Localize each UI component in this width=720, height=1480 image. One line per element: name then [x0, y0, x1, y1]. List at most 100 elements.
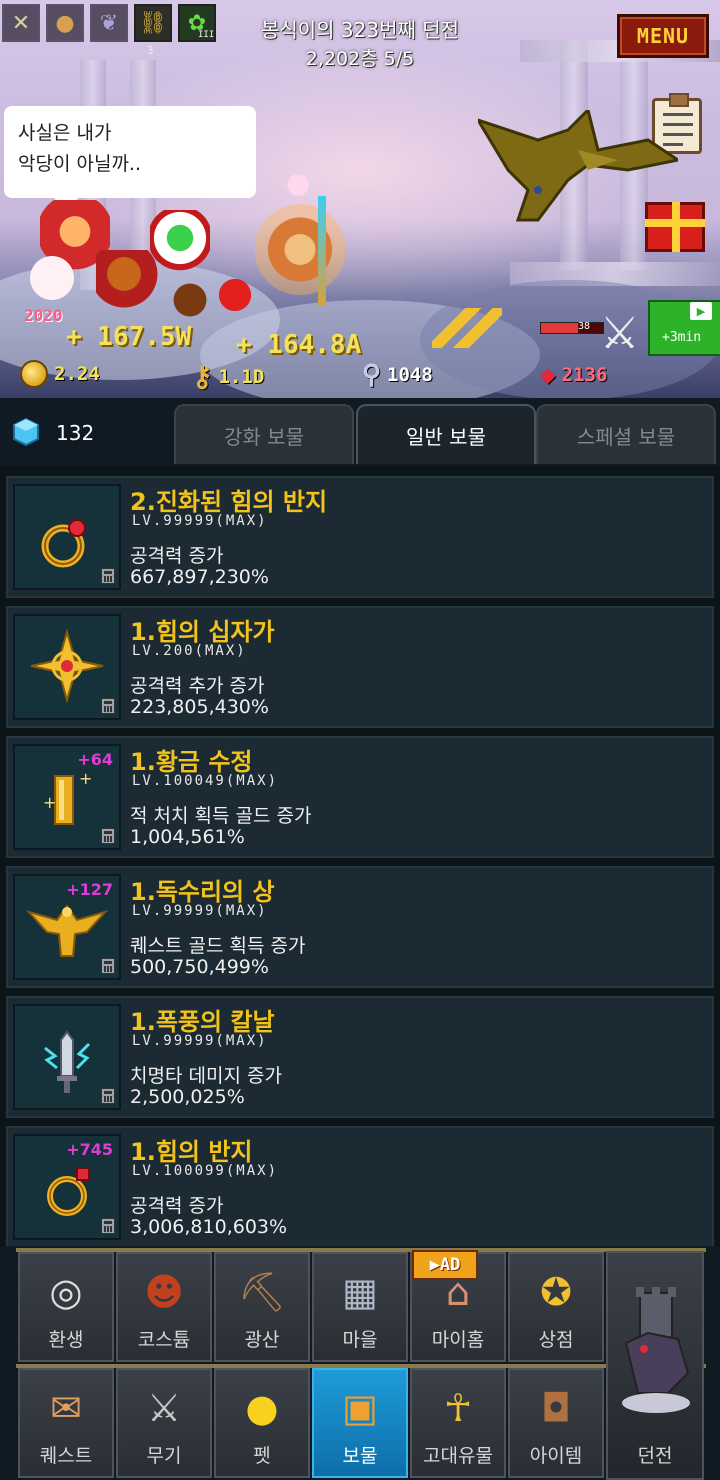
treasure-value: 223,805,430% [130, 696, 269, 718]
treasure-card[interactable]: +745 1.힘의 반지 LV.100099(MAX) 공격력 증가 3,006… [6, 1126, 714, 1246]
treasure-name: 1.힘의 십자가 [130, 618, 275, 646]
nav-rebirth[interactable]: ◎ 환생 [18, 1252, 114, 1362]
boss-hp-fill [541, 323, 579, 333]
treasure-value: 2,500,025% [130, 1086, 245, 1108]
nav-mine[interactable]: ⛏ 광산 [214, 1252, 310, 1362]
hero-knight [255, 200, 345, 310]
treasure-name: 1.독수리의 상 [130, 878, 275, 906]
bag-icon: ◘ [540, 1386, 572, 1430]
ankh-icon: ☥ [443, 1386, 473, 1430]
treasure-card[interactable]: + + +64 1.황금 수정 LV.100049(MAX) 적 처치 획득 골… [6, 736, 714, 858]
scroll-icon: ✉ [50, 1386, 82, 1430]
nav-label: 광산 [244, 1329, 280, 1351]
ruby-icon: ◆ [540, 360, 556, 390]
calculator-icon[interactable] [101, 828, 115, 844]
nav-dungeon[interactable]: 던전 [606, 1251, 704, 1480]
treasure-name: 1.황금 수정 [130, 748, 253, 776]
tab-special-treasure[interactable]: 스페셜 보물 [536, 404, 716, 464]
treasure-level: LV.99999(MAX) [132, 1033, 268, 1049]
nav-label: 보물 [342, 1445, 378, 1467]
nav-item[interactable]: ◘ 아이템 [508, 1368, 604, 1478]
blue-gem-icon [13, 418, 39, 446]
speech-bubble: 사실은 내가 악당이 아닐까.. [4, 106, 256, 212]
buff-slot-3[interactable]: ❦ [90, 4, 128, 42]
treasure-effect: 치명타 데미지 증가 [130, 1065, 282, 1087]
speech-line-2: 악당이 아닐까.. [18, 153, 141, 175]
treasure-icon-frame [13, 614, 121, 720]
party-dps-left: + 167.5W [66, 322, 192, 352]
gold-coin-icon [20, 360, 48, 388]
tab-enhanced-treasure[interactable]: 강화 보물 [174, 404, 354, 464]
nav-ancient-relic[interactable]: ☥ 고대유물 [410, 1368, 506, 1478]
wand-icon: ⚲ [362, 360, 382, 390]
nav-label: 마을 [342, 1329, 378, 1351]
nav-weapon[interactable]: ⚔ 무기 [116, 1368, 212, 1478]
nav-costume[interactable]: ☻ 코스튬 [116, 1252, 212, 1362]
hero-staff [318, 196, 326, 306]
treasure-card[interactable]: 1.힘의 십자가 LV.200(MAX) 공격력 추가 증가 223,805,4… [6, 606, 714, 728]
gem-count: 132 [56, 421, 95, 445]
nav-label: 마이홈 [431, 1329, 485, 1351]
treasure-level: LV.99999(MAX) [132, 903, 268, 919]
treasure-effect: 퀘스트 골드 획득 증가 [130, 935, 306, 957]
crossed-swords-icon: ✕ [11, 10, 31, 36]
ad-badge[interactable]: ▶AD [412, 1250, 478, 1280]
treasure-level: LV.99999(MAX) [132, 513, 268, 529]
treasure-card[interactable]: +127 1.독수리의 상 LV.99999(MAX) 퀘스트 골드 획득 증가… [6, 866, 714, 988]
nav-treasure[interactable]: ▣ 보물 [312, 1368, 408, 1478]
nav-shop[interactable]: ✪ 상점 [508, 1252, 604, 1362]
nav-label: 아이템 [529, 1445, 583, 1467]
buff-slot-4[interactable]: ⛓ [134, 4, 172, 42]
hero-green-ghost [150, 210, 210, 280]
nav-quest[interactable]: ✉ 퀘스트 [18, 1368, 114, 1478]
treasure-value: 3,006,810,603% [130, 1216, 288, 1238]
calculator-icon[interactable] [101, 1218, 115, 1234]
nav-village[interactable]: ▦ 마을 [312, 1252, 408, 1362]
golden-wings-icon[interactable] [432, 308, 502, 348]
menu-button[interactable]: MENU [617, 14, 709, 58]
nav-label: 펫 [253, 1445, 271, 1467]
dragon-boss[interactable] [478, 110, 678, 230]
treasure-icon-frame: +127 [13, 874, 121, 980]
mine-cart-icon: ⛏ [237, 1269, 287, 1314]
swords-scroll-icon[interactable]: ⚔ [600, 308, 639, 359]
treasure-level: LV.100049(MAX) [132, 773, 279, 789]
nav-label: 던전 [637, 1445, 673, 1467]
party-dps-right: + 164.8A [236, 330, 362, 360]
chain-icon: ⛓ [139, 10, 167, 36]
treasure-level: LV.100099(MAX) [132, 1163, 279, 1179]
nav-label: 고대유물 [423, 1445, 493, 1467]
treasure-chest-icon: ▣ [342, 1386, 378, 1430]
treasure-icon-frame: +745 [13, 1134, 121, 1240]
treasure-icon-frame [13, 1004, 121, 1110]
tab-normal-treasure[interactable]: 일반 보물 [356, 404, 536, 464]
buff-slot-2[interactable]: ● [46, 4, 84, 42]
treasure-list[interactable]: 2.진화된 힘의 반지 LV.99999(MAX) 공격력 증가 667,897… [0, 466, 720, 1246]
hero-wing [280, 170, 316, 200]
calculator-icon[interactable] [101, 698, 115, 714]
calculator-icon[interactable] [101, 568, 115, 584]
treasure-value: 1,004,561% [130, 826, 245, 848]
treasure-name: 1.힘의 반지 [130, 1138, 253, 1166]
boss-hp-text: 38 [578, 321, 591, 332]
treasure-icon-frame: + + +64 [13, 744, 121, 850]
game-view: ✕ ● ❦ ⛓ 3 ✿ III 봉식이의 323번째 던전 2,202층 5/5… [0, 0, 720, 398]
calculator-icon[interactable] [101, 1088, 115, 1104]
rebirth-icon: ◎ [49, 1270, 83, 1314]
calculator-icon[interactable] [101, 958, 115, 974]
treasure-effect: 공격력 추가 증가 [130, 675, 265, 697]
treasure-card[interactable]: 2.진화된 힘의 반지 LV.99999(MAX) 공격력 증가 667,897… [6, 476, 714, 598]
buff-slot-1[interactable]: ✕ [2, 4, 40, 42]
treasure-name: 2.진화된 힘의 반지 [130, 488, 328, 516]
treasure-value: 500,750,499% [130, 956, 269, 978]
treasure-effect: 공격력 증가 [130, 545, 224, 567]
speech-line-1: 사실은 내가 [18, 122, 112, 144]
svg-text:+: + [43, 793, 56, 812]
nav-pet[interactable]: ● 펫 [214, 1368, 310, 1478]
treasure-value: 667,897,230% [130, 566, 269, 588]
nav-label: 환생 [48, 1329, 84, 1351]
treasure-icon-frame [13, 484, 121, 590]
key-amount: 1.1D [218, 365, 265, 388]
treasure-card[interactable]: 1.폭풍의 칼날 LV.99999(MAX) 치명타 데미지 증가 2,500,… [6, 996, 714, 1118]
nav-label: 무기 [146, 1445, 182, 1467]
